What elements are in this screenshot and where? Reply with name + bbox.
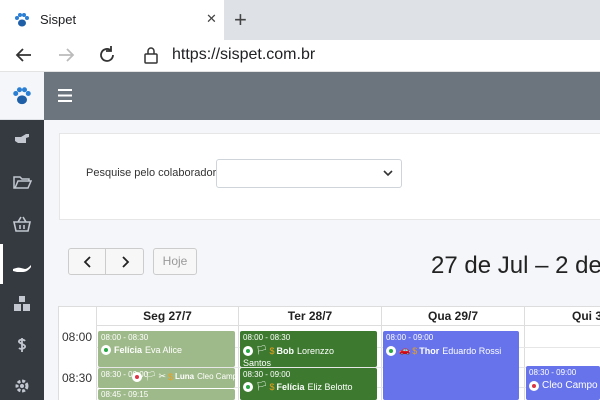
day-header-thu: Qui 3: [524, 306, 600, 326]
owner-name: Eduardo Rossi: [442, 345, 502, 356]
address-bar-url[interactable]: https://sispet.com.br: [172, 46, 315, 64]
browser-toolbar: https://sispet.com.br: [0, 40, 600, 72]
dollar-icon: $: [167, 371, 173, 382]
pet-name: Thor: [419, 345, 440, 356]
folder-open-icon[interactable]: [12, 172, 32, 192]
col-divider: [96, 326, 97, 400]
dollar-icon: $: [269, 345, 275, 356]
reload-icon[interactable]: [95, 43, 119, 67]
browser-tab-strip: Sispet ✕ +: [0, 0, 600, 40]
sidebar: [0, 72, 44, 400]
pet-name: Felícia: [114, 345, 143, 355]
owner-name: Cleo Campo: [542, 380, 598, 391]
event-time: 08:00 - 09:00: [386, 333, 434, 342]
day-header-wed: Qua 29/7: [381, 306, 524, 326]
sidebar-active-indicator: [0, 244, 3, 284]
owner-name: Lorenzzo: [296, 345, 334, 356]
event-time: 08:00 - 08:30: [101, 333, 149, 342]
brand-logo[interactable]: [0, 72, 44, 120]
appointment-event[interactable]: 08:30 - 09:00 Cleo Campo: [526, 366, 600, 400]
owner-name: Eliz Belotto: [307, 381, 353, 392]
close-tab-icon[interactable]: ✕: [206, 11, 217, 27]
chevron-right-icon: [122, 256, 130, 268]
collaborator-filter-label: Pesquise pelo colaborador: [86, 167, 217, 179]
appointment-event[interactable]: 08:00 - 08:30 🏳 $ Bob Lorenzzo Santos: [240, 331, 377, 367]
appointment-event[interactable]: 08:30 - 09:00 🏳 ✂ $ Luna Cleo Campo: [98, 368, 235, 388]
new-tab-button[interactable]: +: [234, 7, 247, 33]
car-icon: 🚗: [399, 345, 411, 355]
flag-icon: 🏳: [256, 381, 268, 391]
status-dot-icon: [243, 381, 253, 392]
time-label: 08:30: [62, 371, 93, 385]
calendar-title: 27 de Jul – 2 de: [431, 252, 600, 279]
col-divider: [238, 326, 239, 400]
event-time: 08:45 - 09:15: [101, 390, 149, 399]
paw-logo-icon: [13, 87, 31, 105]
time-label: 08:00: [62, 330, 93, 344]
hand-holding-icon[interactable]: [12, 256, 32, 276]
lock-icon[interactable]: [142, 45, 160, 65]
day-header-mon: Seg 27/7: [96, 306, 238, 326]
appointment-event[interactable]: 08:30 - 09:00 🏳 $ Felícia Eliz Belotto: [240, 368, 377, 400]
shopping-basket-icon[interactable]: [12, 214, 32, 234]
today-button[interactable]: Hoje: [153, 248, 197, 275]
status-dot-icon: [243, 345, 253, 356]
appointment-event[interactable]: 08:00 - 09:00 🚗 $ Thor Eduardo Rossi: [383, 331, 519, 400]
app-top-bar: [44, 72, 600, 120]
owner-name: Cleo Campo: [197, 372, 235, 381]
tab-title: Sispet: [40, 12, 77, 27]
chevron-left-icon: [83, 256, 91, 268]
scissors-icon: ✂: [158, 371, 166, 381]
hamburger-menu-icon[interactable]: [58, 89, 72, 102]
pet-name: Bob: [276, 345, 294, 356]
collaborator-select[interactable]: [216, 159, 402, 188]
chevron-down-icon: [383, 170, 393, 177]
browser-tab[interactable]: Sispet ✕: [0, 0, 224, 40]
appointment-event[interactable]: 08:00 - 08:30 Felícia Eva Alice: [98, 331, 235, 367]
appointment-event[interactable]: 08:45 - 09:15: [98, 389, 235, 400]
owner-name: Eva Alice: [145, 345, 183, 355]
hand-point-right-icon[interactable]: [12, 129, 32, 149]
flag-icon: 🏳: [256, 345, 268, 355]
col-divider: [381, 326, 382, 400]
pet-name: Luna: [175, 372, 195, 381]
dollar-icon[interactable]: [12, 335, 32, 355]
pet-name: Felícia: [276, 381, 305, 392]
status-dot-icon: [101, 345, 111, 355]
col-divider: [524, 326, 525, 400]
paw-icon: [15, 13, 29, 27]
day-header-tue: Ter 28/7: [238, 306, 381, 326]
forward-arrow-icon[interactable]: [54, 43, 78, 67]
owner-name-continued: Santos: [243, 358, 272, 367]
gear-icon[interactable]: [12, 376, 32, 396]
back-arrow-icon[interactable]: [12, 43, 36, 67]
dollar-icon: $: [412, 345, 418, 356]
boxes-icon[interactable]: [12, 294, 32, 314]
dollar-icon: $: [269, 381, 275, 392]
status-dot-icon: [529, 380, 539, 391]
event-time: 08:00 - 08:30: [243, 333, 291, 342]
next-week-button[interactable]: [105, 248, 144, 275]
prev-week-button[interactable]: [68, 248, 106, 275]
event-time: 08:30 - 09:00: [243, 370, 291, 379]
flag-icon: 🏳: [145, 371, 157, 381]
status-dot-icon: [386, 345, 396, 356]
event-time: 08:30 - 09:00: [529, 368, 577, 377]
status-dot-icon: [132, 371, 142, 382]
